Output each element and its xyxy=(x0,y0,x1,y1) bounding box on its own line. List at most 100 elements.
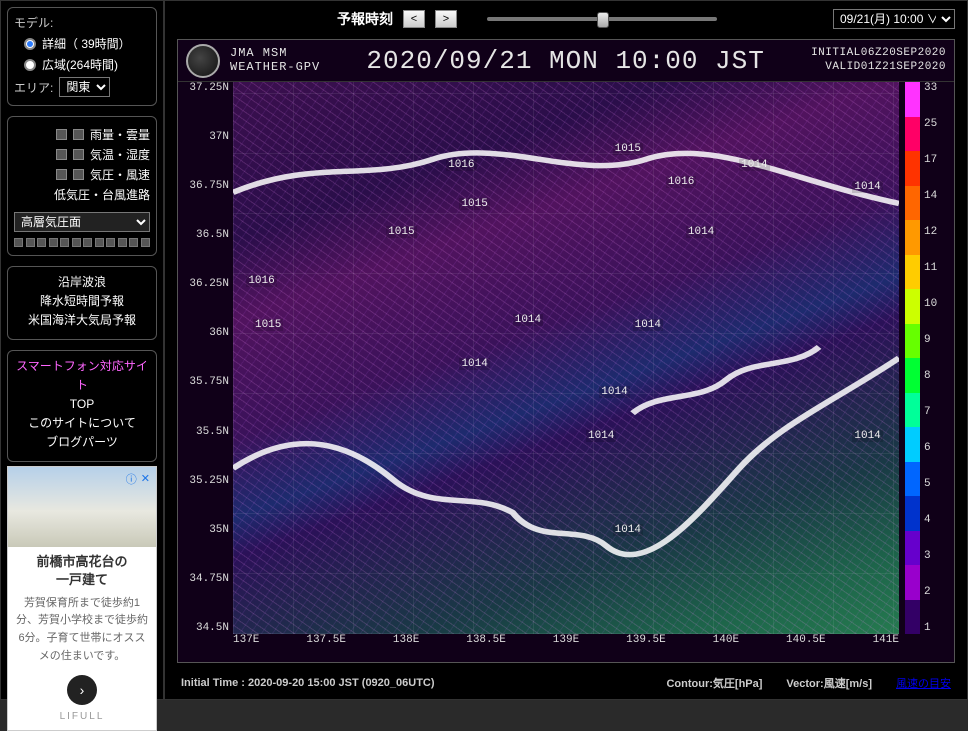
contour-label: 1014 xyxy=(513,314,543,326)
cbar-tick: 10 xyxy=(924,298,948,310)
cbar-tick: 3 xyxy=(924,550,948,562)
x-tick: 139.5E xyxy=(626,634,666,652)
link-sp-site[interactable]: スマートフォン対応サイト xyxy=(16,359,148,392)
x-tick: 138E xyxy=(393,634,419,652)
upper-level-select[interactable]: 高層気圧面 xyxy=(14,212,150,232)
colorbar-ticks: 33251714121110987654321 xyxy=(924,82,948,634)
radio-checked-icon xyxy=(24,38,36,50)
footer-vector: Vector:風速[m/s] xyxy=(786,675,872,691)
layer-panel: 雨量・雲量 気温・湿度 気圧・風速 低気圧・台風進路 高層気圧面 xyxy=(7,116,157,256)
model-wide-label: 広域(264時間) xyxy=(42,56,118,73)
y-tick: 35.75N xyxy=(182,376,229,388)
y-tick: 36N xyxy=(182,327,229,339)
cbar-tick: 17 xyxy=(924,154,948,166)
sidebar: モデル: 詳細（ 39時間） 広域(264時間) エリア: 関東 雨量・雲量 気… xyxy=(0,0,164,700)
cbar-tick: 25 xyxy=(924,118,948,130)
model-detailed-label: 詳細（ 39時間） xyxy=(42,35,131,52)
ad-hero-image: ⓘ✕ xyxy=(8,467,156,547)
contour-label: 1015 xyxy=(459,198,489,210)
contour-label: 1015 xyxy=(386,226,416,238)
link-wind-guide[interactable]: 風速の目安 xyxy=(896,675,951,691)
main-panel: 予報時刻 < > 09/21(月) 10:00 ∨ JMA MSMWEATHER… xyxy=(164,0,968,700)
colorbar xyxy=(905,82,920,634)
model-panel: モデル: 詳細（ 39時間） 広域(264時間) エリア: 関東 xyxy=(7,7,157,106)
ad-card[interactable]: ⓘ✕ 前橋市高花台の一戸建て 芳賀保育所まで徒歩約1分、芳賀小学校まで徒歩約6分… xyxy=(7,466,157,731)
y-tick: 34.75N xyxy=(182,573,229,585)
y-tick: 37N xyxy=(182,131,229,143)
contour-label: 1014 xyxy=(852,181,882,193)
x-tick: 140E xyxy=(713,634,739,652)
cbar-tick: 9 xyxy=(924,334,948,346)
contour-label: 1014 xyxy=(633,319,663,331)
x-tick: 138.5E xyxy=(466,634,506,652)
checkbox-icon xyxy=(73,149,84,160)
checkbox-icon xyxy=(56,149,67,160)
y-tick: 36.75N xyxy=(182,180,229,192)
ad-close-icon[interactable]: ✕ xyxy=(141,472,150,485)
contour-label: 1016 xyxy=(246,275,276,287)
slider-thumb[interactable] xyxy=(597,12,609,28)
cbar-tick: 12 xyxy=(924,226,948,238)
forecast-time-label: 予報時刻 xyxy=(337,9,393,29)
cbar-tick: 5 xyxy=(924,478,948,490)
y-tick: 35N xyxy=(182,524,229,536)
link-coastal[interactable]: 沿岸波浪 xyxy=(58,275,106,289)
forecast-links-panel: 沿岸波浪 降水短時間予報 米国海洋大気局予報 xyxy=(7,266,157,340)
y-tick: 35.25N xyxy=(182,475,229,487)
layer-rain-cloud[interactable]: 雨量・雲量 xyxy=(14,126,150,143)
y-tick: 36.5N xyxy=(182,229,229,241)
time-select[interactable]: 09/21(月) 10:00 ∨ xyxy=(833,9,955,29)
ad-arrow-icon[interactable]: › xyxy=(67,675,97,705)
link-blogparts[interactable]: ブログパーツ xyxy=(46,435,118,449)
y-tick: 35.5N xyxy=(182,426,229,438)
x-tick: 140.5E xyxy=(786,634,826,652)
area-label: エリア: xyxy=(14,79,53,96)
ad-title: 前橋市高花台の一戸建て xyxy=(8,547,156,591)
topbar: 予報時刻 < > 09/21(月) 10:00 ∨ xyxy=(165,1,967,33)
palette-row xyxy=(14,238,150,247)
contour-label: 1014 xyxy=(613,524,643,536)
footer-contour: Contour:気圧[hPa] xyxy=(666,675,762,691)
checkbox-icon xyxy=(56,169,67,180)
y-axis: 37.25N 37N 36.75N 36.5N 36.25N 36N 35.75N 35.5N… xyxy=(178,82,233,634)
cbar-tick: 14 xyxy=(924,190,948,202)
ad-info-icon[interactable]: ⓘ xyxy=(126,471,137,487)
layer-temp-humid[interactable]: 気温・湿度 xyxy=(14,146,150,163)
map-footer: Initial Time : 2020-09-20 15:00 JST (092… xyxy=(181,675,951,691)
layer-pres-wind[interactable]: 気圧・風速 xyxy=(14,166,150,183)
model-label: モデル: xyxy=(14,14,150,31)
map-plot[interactable]: 1016101510141014101510161015101410161015… xyxy=(233,82,899,634)
link-top[interactable]: TOP xyxy=(70,397,94,411)
coastline xyxy=(233,82,899,634)
link-shortrain[interactable]: 降水短時間予報 xyxy=(40,294,124,308)
y-tick: 37.25N xyxy=(182,82,229,94)
contour-label: 1014 xyxy=(852,430,882,442)
map-container: JMA MSMWEATHER-GPV 2020/09/21 MON 10:00 … xyxy=(177,39,955,663)
x-tick: 137E xyxy=(233,634,259,652)
footer-initial-time: Initial Time : 2020-09-20 15:00 JST (092… xyxy=(181,677,435,689)
link-noaa[interactable]: 米国海洋大気局予報 xyxy=(28,313,136,327)
contour-label: 1016 xyxy=(666,176,696,188)
prev-button[interactable]: < xyxy=(403,10,425,28)
cbar-tick: 6 xyxy=(924,442,948,454)
cbar-tick: 7 xyxy=(924,406,948,418)
time-slider[interactable] xyxy=(487,12,717,26)
contour-label: 1014 xyxy=(686,226,716,238)
contour-label: 1014 xyxy=(459,358,489,370)
contour-label: 1016 xyxy=(446,159,476,171)
area-select[interactable]: 関東 xyxy=(59,77,110,97)
layer-low-typhoon[interactable]: 低気圧・台風進路 xyxy=(14,186,150,203)
y-tick: 34.5N xyxy=(182,622,229,634)
x-tick: 141E xyxy=(873,634,899,652)
cbar-tick: 11 xyxy=(924,262,948,274)
model-detailed-option[interactable]: 詳細（ 39時間） xyxy=(14,35,150,52)
contour-label: 1015 xyxy=(253,319,283,331)
cbar-tick: 8 xyxy=(924,370,948,382)
contour-label: 1014 xyxy=(739,159,769,171)
model-wide-option[interactable]: 広域(264時間) xyxy=(14,56,150,73)
next-button[interactable]: > xyxy=(435,10,457,28)
x-tick: 137.5E xyxy=(306,634,346,652)
link-about[interactable]: このサイトについて xyxy=(28,416,136,430)
cbar-tick: 1 xyxy=(924,622,948,634)
y-tick: 36.25N xyxy=(182,278,229,290)
